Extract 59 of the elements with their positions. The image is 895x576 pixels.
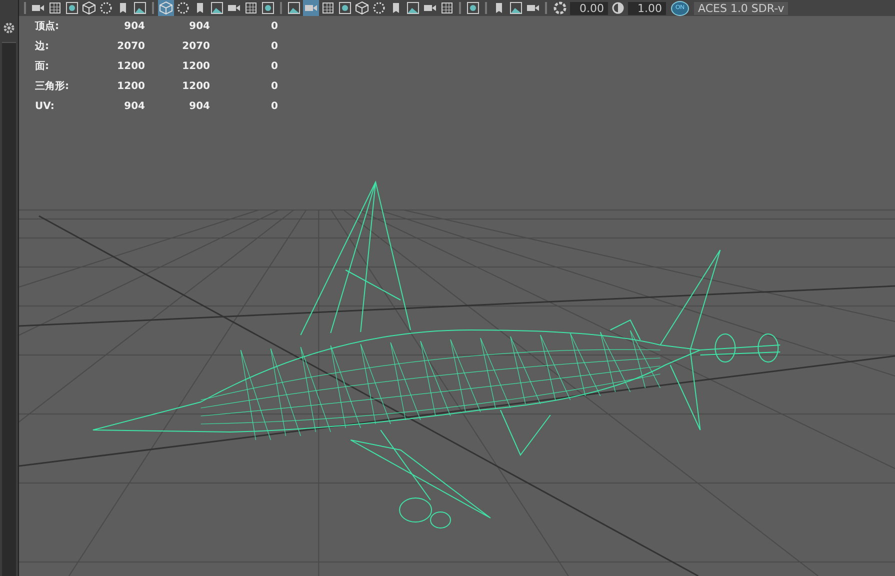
stat-value: 2070 bbox=[116, 40, 145, 52]
toolbar-button[interactable] bbox=[132, 0, 148, 16]
stat-label: 三角形: bbox=[35, 80, 70, 93]
image-icon bbox=[406, 1, 420, 15]
toolbar-button[interactable] bbox=[260, 0, 276, 16]
toolbar-button[interactable] bbox=[405, 0, 421, 16]
toolbar-button[interactable] bbox=[320, 0, 336, 16]
toolbar-button[interactable] bbox=[371, 0, 387, 16]
dotted-circle-icon bbox=[372, 1, 386, 15]
grid-icon bbox=[48, 1, 62, 15]
stat-value: 1200 bbox=[181, 60, 210, 72]
settings-icon[interactable] bbox=[3, 22, 15, 34]
toolbar-button[interactable] bbox=[81, 0, 97, 16]
toolbar-button[interactable] bbox=[209, 0, 225, 16]
stat-value: 1200 bbox=[181, 80, 210, 92]
cube-icon bbox=[82, 1, 96, 15]
cube-icon bbox=[159, 1, 173, 15]
stat-label: 边: bbox=[35, 40, 50, 53]
toolbar-button[interactable] bbox=[508, 0, 524, 16]
stat-value: 904 bbox=[123, 100, 145, 112]
gamma-field[interactable]: 1.00 bbox=[628, 2, 666, 14]
stat-value: 0 bbox=[270, 40, 278, 52]
stat-value: 2070 bbox=[181, 40, 210, 52]
grid-icon bbox=[440, 1, 454, 15]
toolbar-button[interactable] bbox=[64, 0, 80, 16]
toolbar-button[interactable] bbox=[354, 0, 370, 16]
stat-value: 904 bbox=[123, 20, 145, 32]
half-circle-icon[interactable] bbox=[611, 1, 625, 15]
dotted-circle-icon bbox=[176, 1, 190, 15]
cube-icon bbox=[355, 1, 369, 15]
toolbar-button[interactable] bbox=[439, 0, 455, 16]
exposure-field[interactable]: 0.00 bbox=[570, 2, 608, 14]
stat-value: 0 bbox=[270, 80, 278, 92]
image-icon bbox=[210, 1, 224, 15]
toolbar-button[interactable] bbox=[243, 0, 259, 16]
toolbar-button[interactable] bbox=[465, 0, 481, 16]
stat-value: 0 bbox=[270, 20, 278, 32]
grid-icon bbox=[244, 1, 258, 15]
toolbar-button[interactable] bbox=[286, 0, 302, 16]
toolbar-button[interactable] bbox=[47, 0, 63, 16]
toolbar-button[interactable] bbox=[175, 0, 191, 16]
dotted-circle-icon bbox=[99, 1, 113, 15]
image-icon bbox=[133, 1, 147, 15]
stat-value: 0 bbox=[270, 60, 278, 72]
toolbar-button[interactable] bbox=[337, 0, 353, 16]
stat-value: 1200 bbox=[116, 60, 145, 72]
toolbar-button[interactable] bbox=[98, 0, 114, 16]
stat-label: UV: bbox=[35, 100, 56, 112]
grid-icon bbox=[321, 1, 335, 15]
image-icon bbox=[287, 1, 301, 15]
stat-value: 1200 bbox=[116, 80, 145, 92]
stat-label: 面: bbox=[35, 60, 50, 73]
stat-value: 0 bbox=[270, 100, 278, 112]
stat-value: 904 bbox=[188, 100, 210, 112]
view-transform-dropdown[interactable]: ACES 1.0 SDR-v bbox=[694, 2, 788, 14]
stat-label: 顶点: bbox=[35, 20, 60, 33]
aperture-icon[interactable] bbox=[553, 1, 567, 15]
stat-value: 904 bbox=[188, 20, 210, 32]
image-icon bbox=[509, 1, 523, 15]
